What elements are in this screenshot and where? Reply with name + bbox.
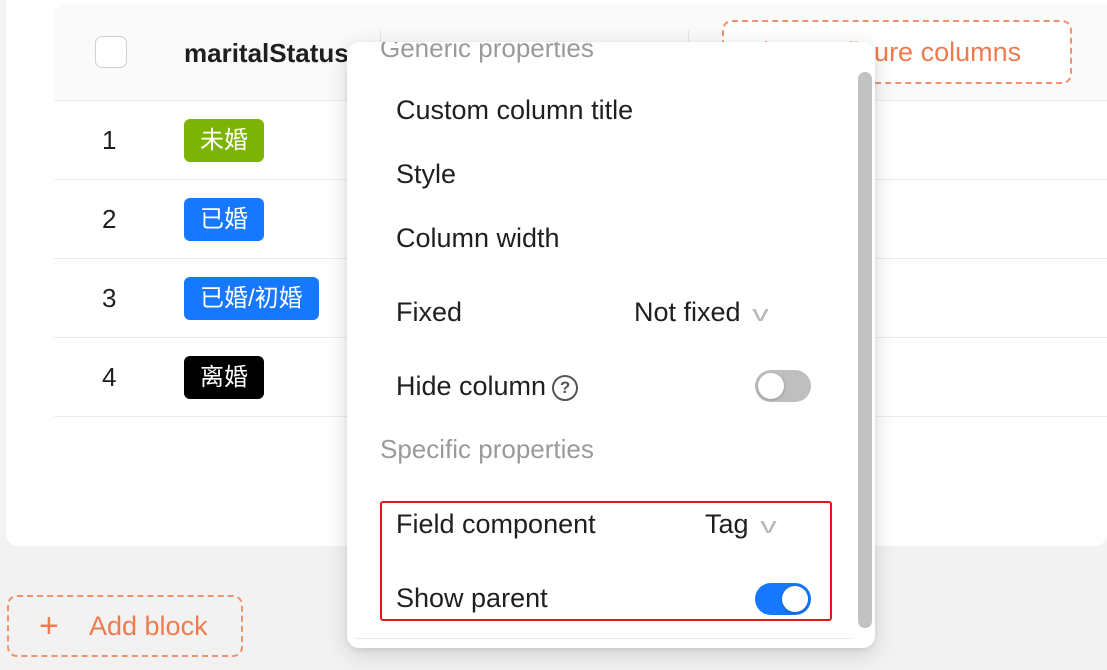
row-index: 1 — [102, 125, 117, 155]
row-index: 4 — [102, 362, 117, 392]
highlight-box — [380, 501, 832, 621]
select-all-checkbox[interactable] — [95, 36, 127, 68]
menu-divider — [355, 638, 851, 639]
specific-properties-title: Specific properties — [380, 434, 594, 464]
hide-column-toggle[interactable] — [755, 370, 811, 402]
fixed-select-value: Not fixed — [634, 297, 741, 327]
menu-item-fixed[interactable]: Fixed — [396, 295, 462, 329]
fixed-select[interactable]: Not fixed v — [634, 295, 769, 331]
generic-properties-title: Generic properties — [380, 42, 594, 63]
toggle-knob — [758, 373, 784, 399]
status-tag: 离婚 — [184, 356, 264, 399]
menu-item-column-width[interactable]: Column width — [396, 221, 560, 255]
chevron-down-icon: v — [751, 301, 769, 326]
status-tag: 已婚/初婚 — [184, 277, 319, 320]
add-block-button[interactable]: + Add block — [7, 595, 243, 657]
menu-item-custom-column-title[interactable]: Custom column title — [396, 93, 633, 127]
menu-scrollbar[interactable] — [858, 72, 872, 628]
add-block-label: Add block — [89, 611, 208, 641]
row-index: 3 — [102, 283, 117, 313]
status-tag: 已婚 — [184, 198, 264, 241]
column-header-marital-status[interactable]: maritalStatus — [184, 36, 364, 70]
hide-column-label: Hide column — [396, 371, 547, 401]
help-icon[interactable]: ? — [552, 375, 579, 401]
menu-item-style[interactable]: Style — [396, 157, 456, 191]
plus-icon: + — [39, 607, 59, 645]
status-tag: 未婚 — [184, 119, 264, 162]
column-settings-menu: Generic properties Custom column title S… — [347, 42, 875, 648]
menu-item-hide-column[interactable]: Hide column? — [396, 369, 579, 403]
row-index: 2 — [102, 204, 117, 234]
